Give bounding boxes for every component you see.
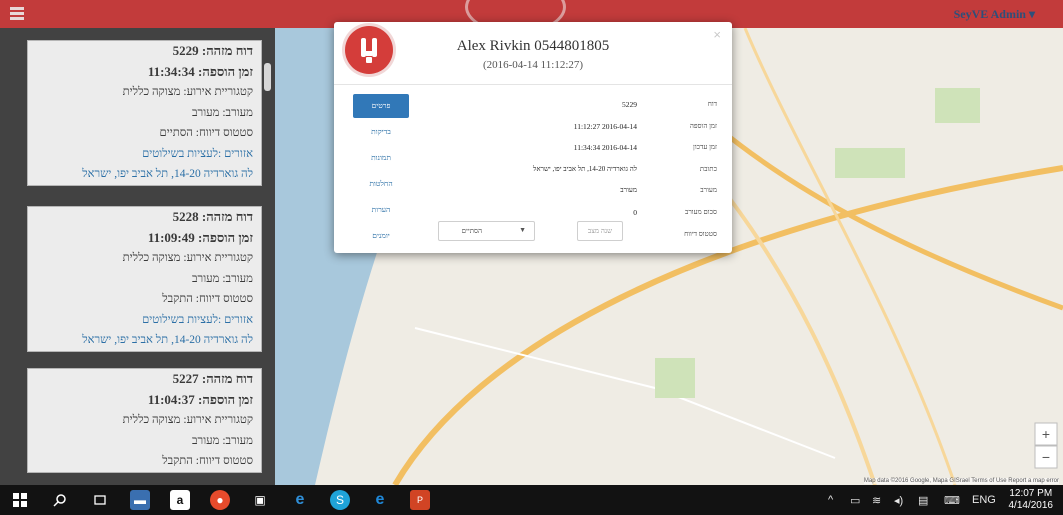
park-area bbox=[935, 88, 980, 123]
powerpoint-icon[interactable]: P bbox=[410, 490, 430, 510]
detail-label: סטטוס דיווח bbox=[684, 229, 717, 238]
tab-decisions[interactable]: החלטות bbox=[353, 172, 409, 196]
report-address-link[interactable]: לה גוארדיה 14-20, תל אביב יפו, ישראל bbox=[28, 164, 261, 185]
street bbox=[414, 327, 836, 459]
report-involved: מעורב: מעורב bbox=[192, 106, 253, 119]
tray-chevron-icon[interactable]: ^ bbox=[828, 494, 833, 506]
tab-notes[interactable]: הערות bbox=[353, 198, 409, 222]
chevron-down-icon: ▼ bbox=[519, 226, 526, 234]
detail-value: 2016-04-14 11:12:27 bbox=[573, 121, 637, 131]
detail-label: מעורב bbox=[700, 186, 717, 195]
volume-icon[interactable]: ◂) bbox=[894, 494, 903, 507]
detail-row: כתובת לה גוארדיה 14-20, תל אביב יפו, ישרא… bbox=[419, 159, 719, 181]
report-involved: מעורב: מעורב bbox=[192, 272, 253, 285]
detail-row: זמן הוספה 2016-04-14 11:12:27 bbox=[419, 116, 719, 138]
change-status-button[interactable]: שנה מצב bbox=[577, 221, 623, 241]
clock-time: 12:07 PM bbox=[1009, 488, 1053, 499]
file-explorer-icon[interactable]: ▬ bbox=[130, 490, 150, 510]
sidebar-scrollbar[interactable] bbox=[264, 63, 271, 91]
park-area bbox=[835, 148, 905, 178]
user-menu[interactable]: SeyVE Admin ▾ bbox=[954, 7, 1035, 22]
modal-subtitle: (2016-04-14 11:12:27) bbox=[482, 59, 584, 71]
report-card[interactable]: דוח מזהה: 5228 זמן הוספה: 11:09:49 קטגור… bbox=[27, 206, 262, 352]
detail-value: 5229 bbox=[622, 100, 637, 109]
detail-row: מעורב מעורב bbox=[419, 180, 719, 202]
zoom-in-icon: + bbox=[1042, 426, 1050, 442]
detail-label: זמן עדכון bbox=[693, 143, 717, 152]
tab-details[interactable]: פרטים bbox=[353, 94, 409, 118]
clock[interactable]: 12:07 PM 4/14/2016 bbox=[1009, 488, 1054, 512]
wifi-icon[interactable]: ≋ bbox=[872, 494, 881, 507]
report-involved: מעורב: מעורב bbox=[192, 434, 253, 447]
report-status: סטטוס דיווח: התקבל bbox=[162, 293, 253, 305]
report-card[interactable]: דוח מזהה: 5229 זמן הוספה: 11:34:34 קטגור… bbox=[27, 40, 262, 186]
battery-icon[interactable]: ▭ bbox=[850, 494, 860, 507]
windows-taskbar: ▬ a ● ▣ e S e P ^ ▭ ≋ ◂) ▤ ⌨ ENG 12:07 P… bbox=[0, 485, 1063, 515]
keyboard-icon[interactable]: ⌨ bbox=[944, 494, 960, 507]
detail-label: זמן הוספה bbox=[689, 121, 717, 130]
detail-row: זמן עדכון 2016-04-14 11:34:34 bbox=[419, 137, 719, 159]
detail-value: 2016-04-14 11:34:34 bbox=[573, 143, 637, 153]
report-status: סטטוס דיווח: התקבל bbox=[162, 455, 253, 467]
search-icon[interactable] bbox=[50, 490, 70, 510]
report-card[interactable]: דוח מזהה: 5227 זמן הוספה: 11:04:37 קטגור… bbox=[27, 368, 262, 473]
ie-icon[interactable]: e bbox=[290, 490, 310, 510]
divider bbox=[334, 84, 732, 85]
detail-label: כתובת bbox=[699, 164, 717, 173]
report-id: דוח מזהה: 5228 bbox=[172, 209, 253, 224]
report-time: זמן הוספה: 11:34:34 bbox=[147, 63, 253, 79]
report-area-link[interactable]: אזורים :לעציות בשילוטים bbox=[28, 310, 261, 331]
edge-icon[interactable]: e bbox=[370, 490, 390, 510]
clock-date: 4/14/2016 bbox=[1008, 500, 1054, 511]
chrome-icon[interactable]: ● bbox=[210, 490, 230, 510]
tab-images[interactable]: תמונות bbox=[353, 146, 409, 170]
detail-value: מעורב bbox=[620, 186, 637, 195]
detail-row: דוח 5229 bbox=[419, 94, 719, 116]
report-address-link[interactable]: לה גוארדיה 14-20, תל אביב יפו, ישראל bbox=[28, 330, 261, 351]
notifications-icon[interactable]: ▤ bbox=[918, 494, 928, 507]
report-status: סטטוס דיווח: הסתיים bbox=[159, 127, 253, 139]
language-indicator[interactable]: ENG bbox=[972, 494, 996, 506]
windows-start-icon[interactable] bbox=[10, 490, 30, 510]
status-select[interactable]: הסתיים ▼ bbox=[438, 221, 535, 241]
detail-label: סכום מעורב bbox=[684, 207, 717, 216]
reports-sidebar: דוח מזהה: 5229 זמן הוספה: 11:34:34 קטגור… bbox=[0, 28, 275, 485]
status-select-value: הסתיים bbox=[461, 227, 482, 235]
tab-logs[interactable]: יומנים bbox=[353, 224, 409, 248]
report-id: דוח מזהה: 5229 bbox=[172, 43, 253, 58]
map-attribution: Map data ©2016 Google, Mapa GISrael Term… bbox=[863, 478, 1059, 484]
modal-tabs: פרטים בדיקות תמונות החלטות הערות יומנים bbox=[353, 94, 409, 250]
report-area-link[interactable]: אזורים :לעציות בשילוטים bbox=[28, 144, 261, 165]
detail-value: לה גוארדיה 14-20, תל אביב יפו, ישראל bbox=[533, 164, 637, 173]
detail-label: דוח bbox=[707, 100, 717, 108]
skype-icon[interactable]: S bbox=[330, 490, 350, 510]
report-category: קטגוריית אירוע: מצוקה כללית bbox=[122, 252, 253, 264]
menu-icon[interactable] bbox=[10, 7, 24, 20]
zoom-out-icon: − bbox=[1042, 449, 1050, 465]
park-area bbox=[655, 358, 695, 398]
store-icon[interactable]: ▣ bbox=[250, 490, 270, 510]
task-view-icon[interactable] bbox=[90, 490, 110, 510]
amazon-icon[interactable]: a bbox=[170, 490, 190, 510]
report-category: קטגוריית אירוע: מצוקה כללית bbox=[122, 414, 253, 426]
report-time: זמן הוספה: 11:04:37 bbox=[147, 391, 253, 407]
report-category: קטגוריית אירוע: מצוקה כללית bbox=[122, 86, 253, 98]
tab-checks[interactable]: בדיקות bbox=[353, 120, 409, 144]
report-id: דוח מזהה: 5227 bbox=[172, 371, 253, 386]
modal-title: Alex Rivkin 0544801805 bbox=[456, 38, 610, 54]
report-time: זמן הוספה: 11:09:49 bbox=[147, 229, 253, 245]
report-details-modal: × Alex Rivkin 0544801805 (2016-04-14 11:… bbox=[334, 22, 732, 253]
